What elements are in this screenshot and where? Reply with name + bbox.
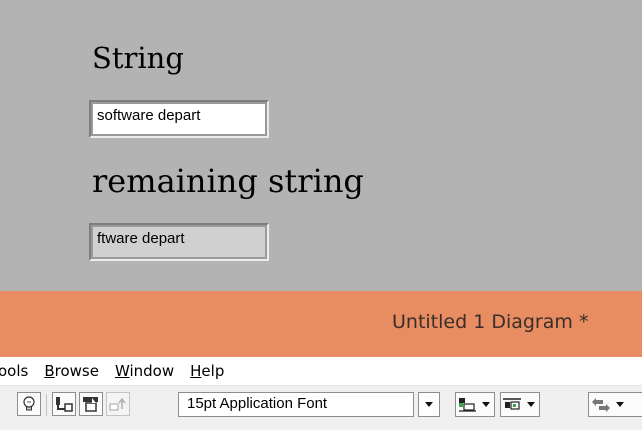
menu-browse-label: rowse: [54, 362, 99, 380]
menu-browse-key: B: [44, 362, 55, 380]
menu-help-label: elp: [201, 362, 225, 380]
window-title: Untitled 1 Diagram *: [392, 311, 589, 333]
menu-window[interactable]: Window: [115, 362, 174, 380]
window-title-bar[interactable]: Untitled 1 Diagram *: [0, 291, 642, 357]
step-into-icon: [83, 397, 98, 412]
align-objects-icon: [459, 397, 476, 412]
menu-window-label: indow: [129, 362, 175, 380]
remaining-string-value: ftware depart: [93, 227, 265, 257]
step-out-icon: [109, 397, 126, 411]
distribute-dropdown-icon: [527, 402, 535, 407]
highlight-execution-button[interactable]: [17, 392, 41, 416]
step-into-button[interactable]: [79, 392, 103, 416]
retain-wire-values-button[interactable]: [52, 392, 76, 416]
remaining-string-indicator: ftware depart: [89, 223, 269, 261]
align-dropdown-icon: [482, 402, 490, 407]
font-select[interactable]: 15pt Application Font: [178, 392, 442, 417]
string-control[interactable]: software depart: [89, 100, 269, 138]
align-objects-button[interactable]: [455, 392, 495, 417]
reorder-icon: [592, 397, 610, 412]
menu-tools[interactable]: ools: [0, 362, 28, 380]
menu-help-key: H: [190, 362, 202, 380]
string-label: String: [92, 41, 184, 75]
menu-browse[interactable]: Browse: [44, 362, 99, 380]
reorder-dropdown-icon: [616, 402, 624, 407]
string-control-value[interactable]: software depart: [93, 104, 265, 134]
font-dropdown-icon: [425, 402, 433, 407]
toolbar-separator: [46, 394, 47, 416]
menu-bar: ools Browse Window Help: [0, 357, 642, 385]
remaining-string-label: remaining string: [92, 162, 364, 200]
retain-wire-values-icon: [56, 397, 73, 412]
menu-tools-label: ools: [0, 362, 29, 380]
step-out-button[interactable]: [106, 392, 130, 416]
front-panel[interactable]: String software depart remaining string …: [0, 0, 642, 291]
reorder-button[interactable]: [588, 392, 642, 417]
distribute-objects-icon: [503, 397, 521, 410]
menu-window-key: W: [114, 362, 130, 380]
distribute-objects-button[interactable]: [500, 392, 540, 417]
font-select-value[interactable]: 15pt Application Font: [178, 392, 414, 417]
menu-help[interactable]: Help: [190, 362, 224, 380]
toolbar: 15pt Application Font: [0, 385, 642, 430]
highlight-execution-icon: [23, 396, 35, 411]
font-dropdown-button[interactable]: [418, 392, 440, 417]
